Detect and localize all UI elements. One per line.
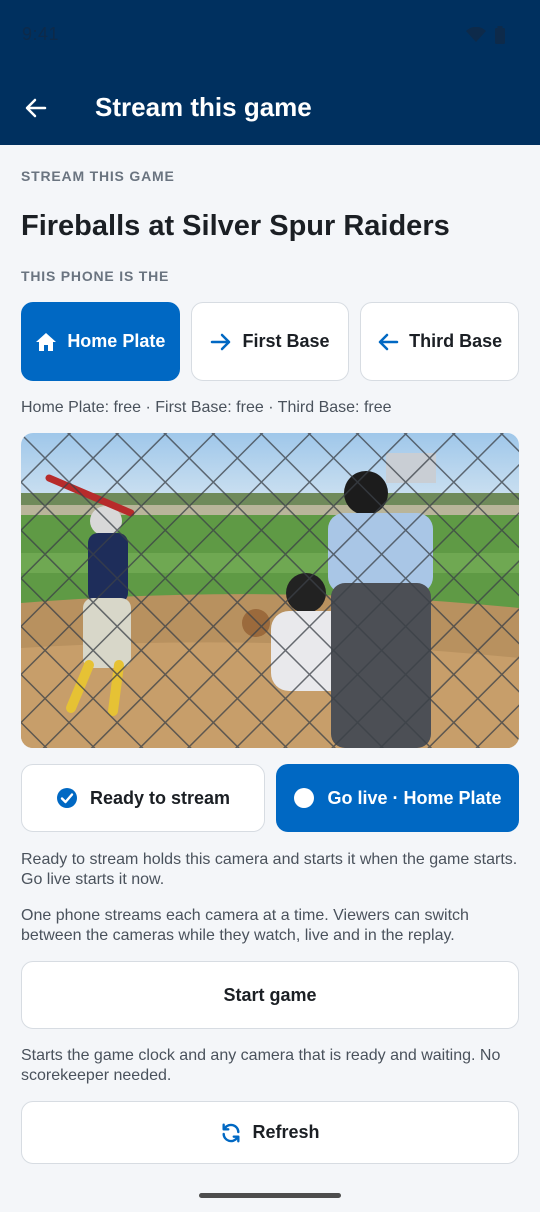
- arrow-right-icon: [211, 333, 231, 350]
- arrow-left-icon: [378, 333, 399, 350]
- position-label-text: First Base: [242, 331, 330, 351]
- section-label: STREAM THIS GAME: [21, 168, 175, 184]
- page-title: Stream this game: [95, 92, 312, 122]
- start-help-text: Starts the game clock and any camera tha…: [21, 1047, 501, 1084]
- home-indicator[interactable]: [199, 1193, 341, 1198]
- refresh-button[interactable]: Refresh: [21, 1101, 519, 1164]
- position-label: THIS PHONE IS THE: [21, 268, 170, 284]
- start-game-label: Start game: [223, 984, 317, 1005]
- go-live-button[interactable]: Go live · Home Plate: [276, 764, 519, 832]
- refresh-icon: [222, 1123, 241, 1142]
- app-bar: 9:41 Stream this game: [0, 0, 540, 145]
- camera-position-selector: Home Plate First Base Third Base: [21, 302, 520, 381]
- camera-preview: [21, 433, 519, 748]
- refresh-label: Refresh: [252, 1122, 320, 1142]
- arrow-left-icon: [25, 98, 47, 118]
- home-icon: [36, 332, 57, 351]
- position-label-text: Home Plate: [67, 331, 166, 351]
- battery-icon: [495, 26, 505, 44]
- live-dot-icon: [294, 788, 315, 808]
- position-home-plate-button[interactable]: Home Plate: [21, 302, 180, 381]
- stream-actions: Ready to stream Go live · Home Plate: [21, 764, 519, 832]
- go-live-label: Go live · Home Plate: [327, 787, 502, 808]
- status-icons: [466, 26, 506, 44]
- ready-to-stream-button[interactable]: Ready to stream: [21, 764, 265, 832]
- position-label-text: Third Base: [409, 331, 503, 351]
- ready-help-text: Ready to stream holds this camera and st…: [21, 851, 518, 888]
- camera-help-text: One phone streams each camera at a time.…: [21, 907, 469, 944]
- check-circle-icon: [56, 788, 77, 808]
- camera-occupancy-status: Home Plate: free · First Base: free · Th…: [21, 399, 392, 416]
- position-third-base-button[interactable]: Third Base: [360, 302, 520, 381]
- game-title: Fireballs at Silver Spur Raiders: [21, 210, 450, 242]
- back-button[interactable]: [22, 94, 50, 122]
- start-game-button[interactable]: Start game: [21, 961, 519, 1029]
- status-time: 9:41: [22, 24, 60, 44]
- position-first-base-button[interactable]: First Base: [190, 302, 350, 381]
- ready-to-stream-label: Ready to stream: [89, 787, 231, 808]
- camera-preview-image: [21, 433, 519, 748]
- wifi-icon: [466, 27, 486, 42]
